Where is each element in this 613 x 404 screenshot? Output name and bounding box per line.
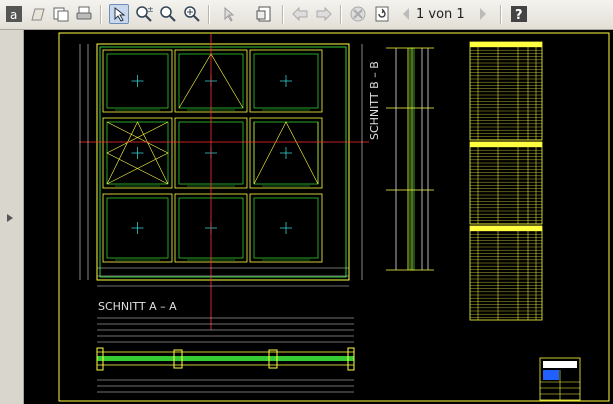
next-page-icon[interactable] xyxy=(476,4,490,24)
section-a-a-profile xyxy=(96,347,355,371)
app-logo-icon[interactable]: a xyxy=(4,4,24,24)
refresh-icon[interactable] xyxy=(372,4,392,24)
expand-arrow-icon[interactable] xyxy=(7,214,13,222)
open-icon[interactable] xyxy=(28,4,48,24)
select-tool-icon[interactable] xyxy=(109,4,129,24)
svg-text:?: ? xyxy=(515,8,523,23)
pane xyxy=(249,193,323,263)
section-b-b-label: SCHNITT B – B xyxy=(368,61,381,140)
svg-text:±: ± xyxy=(147,5,153,14)
zoom-window-icon[interactable] xyxy=(182,4,202,24)
elevation-dimensions xyxy=(79,44,363,287)
side-panel-toggle[interactable] xyxy=(0,30,24,404)
title-block xyxy=(539,357,581,401)
section-a-a xyxy=(97,317,354,393)
print-icon[interactable] xyxy=(74,4,94,24)
svg-text:a: a xyxy=(10,8,17,22)
help-icon[interactable]: ? xyxy=(509,4,529,24)
pane xyxy=(102,193,173,263)
page-setup-icon[interactable] xyxy=(254,4,274,24)
pane xyxy=(102,117,173,189)
cad-drawing: SCHNITT B – B SCHNITT A – A xyxy=(58,32,610,402)
section-a-a-label: SCHNITT A – A xyxy=(98,300,177,313)
pointer-icon[interactable] xyxy=(218,4,238,24)
zoom-icon[interactable] xyxy=(158,4,178,24)
window-elevation xyxy=(96,43,350,281)
drawing-canvas[interactable]: SCHNITT B – B SCHNITT A – A xyxy=(24,30,613,404)
parts-table xyxy=(469,141,543,225)
window-panes xyxy=(102,49,323,263)
pane xyxy=(249,49,323,113)
pane xyxy=(249,117,323,189)
parts-list-tables xyxy=(469,41,543,321)
parts-table xyxy=(469,41,543,141)
toolbar: a ± 1 von 1 ? xyxy=(0,0,613,30)
pane xyxy=(102,49,173,113)
copy-icon[interactable] xyxy=(51,4,71,24)
back-arrow-icon[interactable] xyxy=(290,4,310,24)
forward-arrow-icon[interactable] xyxy=(314,4,334,24)
page-indicator: 1 von 1 xyxy=(416,7,465,22)
section-b-b xyxy=(386,47,434,271)
zoom-in-out-icon[interactable]: ± xyxy=(134,4,154,24)
parts-table xyxy=(469,225,543,321)
stop-icon[interactable] xyxy=(348,4,368,24)
prev-page-icon[interactable] xyxy=(399,4,413,24)
